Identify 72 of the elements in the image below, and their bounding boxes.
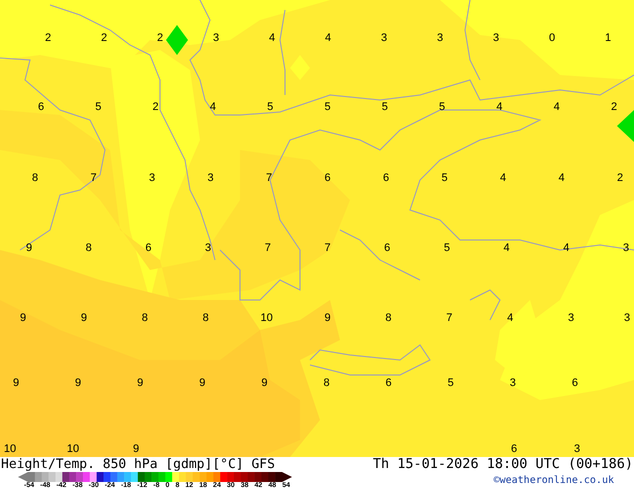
map-value-label: 3 <box>510 377 516 389</box>
valid-time: Th 15-01-2026 18:00 UTC (00+186) <box>372 457 633 472</box>
map-value-label: 6 <box>382 172 390 184</box>
map-value-label: 8 <box>202 312 209 324</box>
map-value-label: 5 <box>448 377 454 389</box>
map-value-label: 8 <box>32 172 38 184</box>
map-value-label: 4 <box>496 101 502 113</box>
map-value-label: 9 <box>199 377 206 389</box>
map-value-label: 9 <box>26 242 32 254</box>
map-value-label: 3 <box>205 242 212 254</box>
map-value-label: 3 <box>624 312 630 324</box>
map-value-label: 6 <box>386 377 392 389</box>
map-value-label: 7 <box>324 242 331 254</box>
map-value-label: 2 <box>100 32 108 44</box>
map-value-label: 6 <box>38 101 44 113</box>
map-value-label: 8 <box>385 312 392 324</box>
map-value-label: 9 <box>261 377 268 389</box>
map-value-label: 2 <box>610 101 618 113</box>
map-value-label: 1 <box>604 32 612 44</box>
map-value-label: 3 <box>568 312 574 324</box>
map-value-label: 4 <box>268 32 276 44</box>
map-value-label: 9 <box>20 312 26 324</box>
map-value-label: 9 <box>137 377 144 389</box>
legend-right-arrow-icon <box>282 472 292 482</box>
map-value-label: 0 <box>548 32 556 44</box>
map-value-label: 9 <box>80 312 87 324</box>
legend-left-arrow-icon <box>18 472 28 482</box>
credit-link[interactable]: ©weatheronline.co.uk <box>494 474 614 488</box>
map-value-label: 5 <box>382 101 388 113</box>
map-value-label: 9 <box>132 443 140 455</box>
map-value-label: 3 <box>436 32 444 44</box>
map-value-label: 2 <box>152 101 159 113</box>
map-value-label: 6 <box>510 443 518 455</box>
map-value-label: 7 <box>266 172 272 184</box>
map-value-label: 4 <box>554 101 560 113</box>
map-value-label: 8 <box>86 242 92 254</box>
map-value-label: 4 <box>504 242 510 254</box>
map-value-label: 3 <box>148 172 156 184</box>
map-value-label: 8 <box>323 377 330 389</box>
map-value-label: 7 <box>446 312 452 324</box>
map-value-label: 6 <box>145 242 152 254</box>
diamond-marker-icon <box>166 25 188 55</box>
map-value-label: 3 <box>207 172 214 184</box>
map-value-label: 6 <box>324 172 331 184</box>
map-value-label: 9 <box>75 377 82 389</box>
map-value-label: 9 <box>324 312 331 324</box>
map-value-label: 3 <box>212 32 220 44</box>
map-value-label: 2 <box>156 32 164 44</box>
map-value-label: 8 <box>142 312 148 324</box>
map-value-label: 3 <box>492 32 500 44</box>
map-value-label: 5 <box>441 172 448 184</box>
map-value-label: 4 <box>507 312 514 324</box>
map-value-label: 2 <box>44 32 52 44</box>
map-value-label: 4 <box>558 172 565 184</box>
chart-title: Height/Temp. 850 hPa [gdmp][°C] GFS <box>1 457 275 472</box>
map-value-label: 7 <box>264 242 271 254</box>
map-value-label: 10 <box>66 443 80 455</box>
map-value-label: 9 <box>12 377 20 389</box>
map-value-label: 5 <box>444 242 450 254</box>
map-value-label: 10 <box>260 312 273 324</box>
map-value-label: 5 <box>267 101 274 113</box>
map-value-label: 2 <box>616 172 624 184</box>
map-value-label: 5 <box>324 101 331 113</box>
map-value-label: 4 <box>324 32 332 44</box>
map-value-label: 4 <box>210 101 216 113</box>
map-value-label: 3 <box>574 443 580 455</box>
map-value-label: 3 <box>380 32 388 44</box>
map-value-label: 10 <box>4 443 16 455</box>
map-value-label: 4 <box>500 172 506 184</box>
map-value-label: 6 <box>384 242 390 254</box>
map-value-label: 5 <box>95 101 102 113</box>
map-value-label: 6 <box>572 377 578 389</box>
